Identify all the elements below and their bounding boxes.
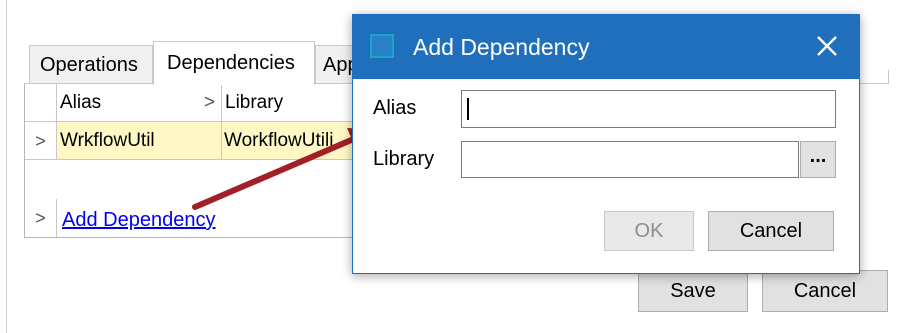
dialog-title: Add Dependency — [413, 34, 590, 60]
alias-label: Alias — [373, 97, 417, 119]
dialog-cancel-button[interactable]: Cancel — [708, 211, 834, 251]
column-header-library[interactable]: Library — [222, 84, 365, 122]
tab-operations[interactable]: Operations — [29, 45, 153, 83]
text-caret — [467, 98, 469, 120]
ok-button[interactable]: OK — [604, 211, 694, 251]
cancel-button[interactable]: Cancel — [762, 270, 888, 312]
save-button[interactable]: Save — [638, 270, 748, 312]
dialog-titlebar[interactable]: Add Dependency — [353, 15, 859, 79]
column-resize-glyph: > — [203, 92, 215, 113]
library-input[interactable] — [461, 141, 799, 178]
tab-dependencies[interactable]: Dependencies — [153, 41, 315, 85]
add-dependency-dialog: Add Dependency Alias Library ... OK Canc… — [352, 14, 860, 274]
column-header-alias-label: Alias — [60, 92, 102, 113]
library-label: Library — [373, 148, 435, 170]
column-header-alias[interactable]: Alias > — [57, 84, 222, 122]
add-dependency-link[interactable]: Add Dependency — [62, 209, 215, 232]
window-app-icon — [370, 34, 394, 58]
browse-button[interactable]: ... — [800, 141, 836, 178]
cell-alias[interactable]: WrkflowUtil — [57, 122, 222, 160]
grid-header-selector[interactable] — [25, 84, 57, 122]
add-row-selector: > — [25, 199, 57, 237]
tab-app[interactable]: App — [315, 45, 355, 83]
cell-library[interactable]: WorkflowUtili — [222, 122, 365, 160]
left-border-line — [6, 0, 7, 333]
tab-panel-corner — [880, 70, 889, 84]
row-selector[interactable]: > — [25, 122, 57, 160]
close-icon[interactable] — [813, 32, 841, 60]
alias-input[interactable] — [461, 90, 836, 128]
